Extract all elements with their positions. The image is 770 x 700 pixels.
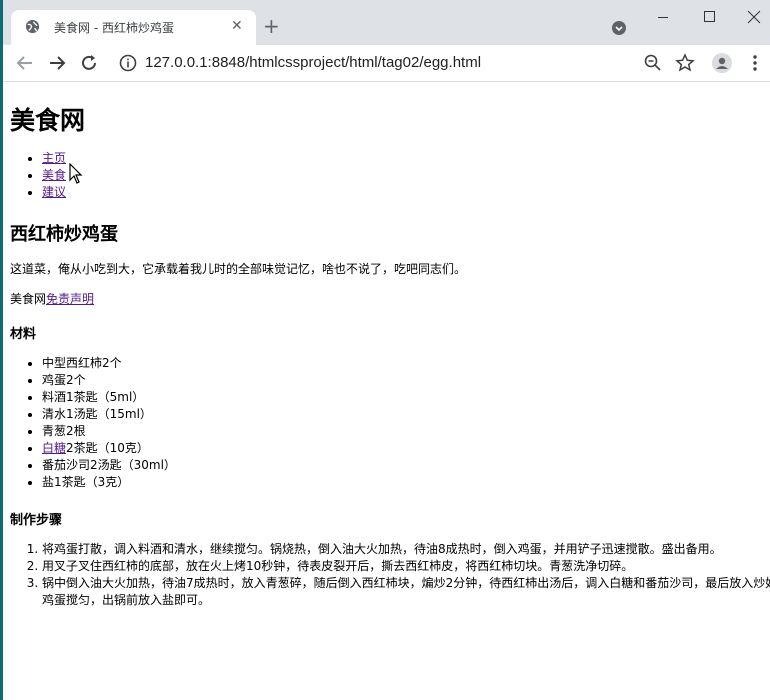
ingredient-text: 盐1茶匙（3克）	[42, 475, 130, 489]
steps-heading: 制作步骤	[10, 513, 63, 528]
new-tab-button[interactable]: +	[263, 16, 280, 36]
step-item: 将鸡蛋打散，调入料酒和清水，继续搅匀。锅烧热，倒入油大火加热，待油8成热时，倒入…	[42, 541, 770, 558]
ingredient-item: 料酒1茶匙（5ml）	[42, 389, 176, 406]
ingredient-item: 白糖2茶匙（10克）	[42, 440, 176, 457]
ingredient-text: 青葱2根	[42, 424, 86, 438]
nav-list: 主页 美食 建议	[10, 150, 66, 201]
ingredient-text: 清水1汤匙（15ml）	[42, 407, 152, 421]
browser-window: 美食网 - 西红柿炒鸡蛋 ✕ + 127.0.0.1:8848/htmlcssp…	[3, 0, 770, 700]
title-bar: 美食网 - 西红柿炒鸡蛋 ✕ +	[3, 0, 770, 45]
ingredients-list: 中型西红柿2个 鸡蛋2个 料酒1茶匙（5ml） 清水1汤匙（15ml） 青葱2根…	[10, 355, 176, 491]
address-bar[interactable]: 127.0.0.1:8848/htmlcssproject/html/tag02…	[145, 54, 481, 71]
tab-search-icon[interactable]	[611, 20, 627, 36]
site-title: 美食网	[10, 106, 86, 135]
close-tab-icon[interactable]: ✕	[231, 18, 243, 34]
ingredient-text: 2茶匙（10克）	[66, 441, 149, 455]
ingredients-heading: 材料	[10, 327, 37, 342]
step-item: 锅中倒入油大火加热，待油7成热时，放入青葱碎，随后倒入西红柿块，煸炒2分钟，待西…	[42, 575, 770, 609]
info-icon[interactable]	[118, 53, 138, 73]
sugar-link[interactable]: 白糖	[42, 441, 66, 455]
zoom-out-icon[interactable]	[643, 53, 663, 73]
ingredient-item: 番茄沙司2汤匙（30ml）	[42, 457, 176, 474]
ingredient-item: 鸡蛋2个	[42, 372, 176, 389]
ingredient-text: 鸡蛋2个	[42, 373, 86, 387]
nav-item: 主页	[42, 150, 66, 167]
browser-tab[interactable]: 美食网 - 西红柿炒鸡蛋 ✕	[11, 10, 256, 45]
minimize-button[interactable]	[658, 17, 668, 18]
ingredient-item: 盐1茶匙（3克）	[42, 474, 176, 491]
menu-dots-icon[interactable]	[745, 53, 765, 73]
forward-arrow-icon[interactable]	[47, 53, 67, 73]
recipe-title: 西红柿炒鸡蛋	[10, 224, 118, 245]
back-arrow-icon[interactable]	[15, 53, 35, 73]
ingredient-text: 番茄沙司2汤匙（30ml）	[42, 458, 176, 472]
reload-icon[interactable]	[79, 53, 99, 73]
nav-link-suggest[interactable]: 建议	[42, 185, 66, 199]
star-icon[interactable]	[675, 53, 695, 73]
disclaimer-line: 美食网免责声明	[10, 290, 94, 307]
tab-title: 美食网 - 西红柿炒鸡蛋	[54, 21, 174, 35]
profile-avatar-icon[interactable]	[712, 53, 732, 73]
ingredient-item: 中型西红柿2个	[42, 355, 176, 372]
maximize-button[interactable]	[704, 11, 715, 22]
disclaimer-link[interactable]: 免责声明	[46, 292, 94, 306]
nav-item: 建议	[42, 184, 66, 201]
disclaimer-prefix: 美食网	[10, 292, 47, 306]
step-item: 用叉子叉住西红柿的底部，放在火上烤10秒钟，待表皮裂开后，撕去西红柿皮，将西红柿…	[42, 558, 770, 575]
window-close-icon[interactable]	[747, 10, 761, 24]
ingredient-text: 中型西红柿2个	[42, 356, 122, 370]
nav-link-food[interactable]: 美食	[42, 168, 66, 182]
ingredient-item: 清水1汤匙（15ml）	[42, 406, 176, 423]
intro-text: 这道菜，俺从小吃到大，它承载着我儿时的全部味觉记忆，啥也不说了，吃吧同志们。	[10, 262, 467, 276]
browser-toolbar: 127.0.0.1:8848/htmlcssproject/html/tag02…	[3, 45, 770, 82]
nav-item: 美食	[42, 167, 66, 184]
mouse-cursor-icon	[69, 163, 83, 184]
ingredient-text: 料酒1茶匙（5ml）	[42, 390, 145, 404]
steps-list: 将鸡蛋打散，调入料酒和清水，继续搅匀。锅烧热，倒入油大火加热，待油8成热时，倒入…	[10, 541, 770, 609]
nav-link-home[interactable]: 主页	[42, 151, 66, 165]
globe-icon	[25, 19, 40, 34]
ingredient-item: 青葱2根	[42, 423, 176, 440]
